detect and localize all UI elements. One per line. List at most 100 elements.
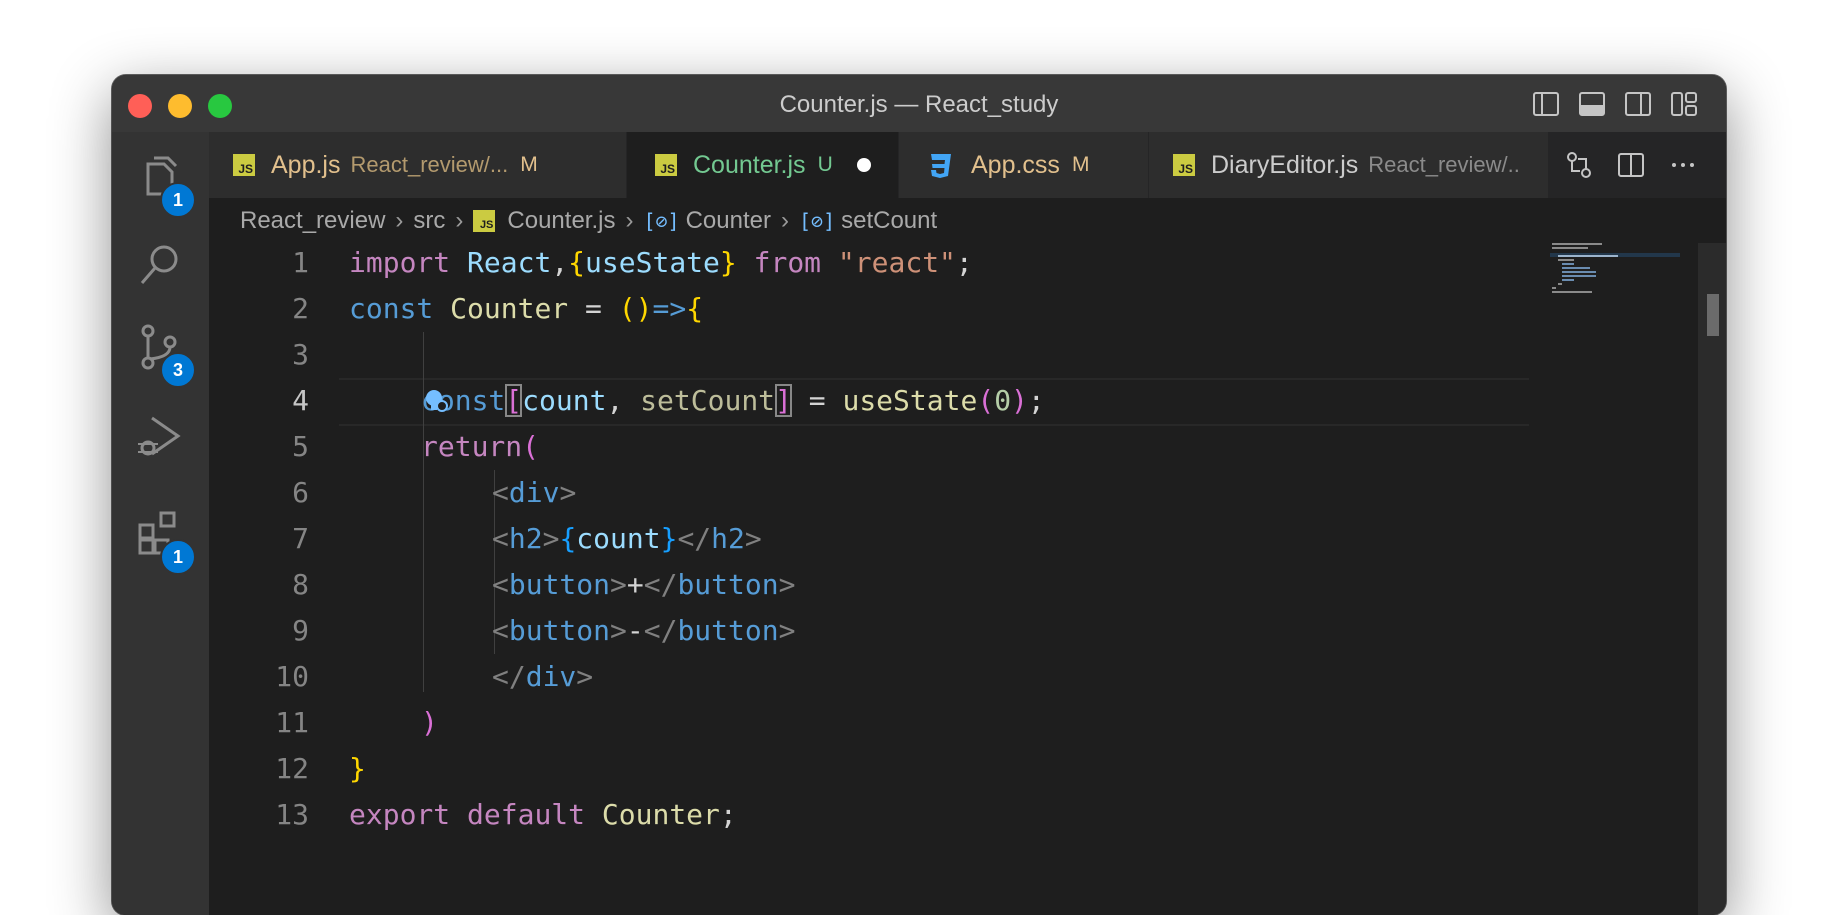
run-debug-button[interactable] (112, 400, 209, 470)
bracket: ) (1011, 384, 1028, 417)
toggle-primary-sidebar-icon[interactable] (1532, 90, 1560, 118)
toggle-secondary-sidebar-icon[interactable] (1624, 90, 1652, 118)
keyword: default (467, 798, 586, 831)
line-number: 8 (292, 568, 309, 601)
tag-name: div (508, 476, 560, 509)
punctuation: ; (719, 798, 737, 831)
lightbulb-icon[interactable] (422, 386, 452, 416)
tab-git-status: M (1071, 153, 1090, 176)
line-number: 7 (292, 522, 309, 555)
line-number: 11 (275, 706, 309, 739)
css-file-icon (931, 154, 951, 178)
bracket: } (719, 246, 737, 279)
tag-name: button (677, 568, 779, 601)
toggle-panel-icon[interactable] (1578, 90, 1606, 118)
punctuation: = (791, 384, 843, 417)
tag-bracket: < (492, 614, 509, 647)
bracket: ( (977, 384, 995, 417)
punctuation: ; (1027, 384, 1045, 417)
tag-bracket: </ (492, 660, 526, 693)
line-number: 9 (292, 614, 309, 647)
line-number: 6 (292, 476, 309, 509)
breadcrumb: React_review › src › JS Counter.js › [⊘]… (240, 204, 937, 238)
tag-bracket: > (610, 614, 627, 647)
breadcrumb-folder[interactable]: React_review (240, 207, 385, 235)
tag-bracket: > (559, 476, 577, 509)
explorer-button[interactable]: 1 (112, 140, 209, 218)
line-number: 2 (292, 292, 309, 325)
source-control-button[interactable]: 3 (112, 310, 209, 388)
tab-description: React_review/.. (1368, 152, 1520, 177)
tag-name: div (525, 660, 577, 693)
tag-bracket: < (492, 476, 509, 509)
more-actions-icon[interactable] (1668, 150, 1698, 180)
string: "react" (837, 246, 956, 279)
bracket: } (349, 752, 366, 785)
line-number: 10 (275, 660, 309, 693)
vertical-scrollbar[interactable] (1698, 243, 1726, 915)
breadcrumb-file[interactable]: Counter.js (507, 207, 615, 235)
tag-bracket: </ (643, 568, 678, 601)
tag-bracket: < (492, 522, 509, 555)
identifier: useState (585, 246, 720, 279)
tab-counter-js[interactable]: JS Counter.js U (627, 132, 899, 198)
chevron-right-icon: › (780, 207, 789, 234)
tab-diaryeditor-js[interactable]: JS DiaryEditor.js React_review/.. (1149, 132, 1549, 198)
code-line-6: <div> (492, 470, 576, 516)
compare-changes-icon[interactable] (1564, 150, 1594, 180)
explorer-badge: 1 (160, 182, 196, 218)
editor-tabs: JS App.js React_review/... M JS Counter.… (209, 132, 1726, 198)
tab-description: React_review/... (350, 152, 509, 177)
tag-bracket: </ (643, 614, 678, 647)
tag-bracket: > (778, 614, 796, 647)
tag-name: h2 (508, 522, 543, 555)
bracket-match: [ (505, 384, 523, 417)
function-call: useState (842, 384, 978, 417)
breadcrumb-subfolder[interactable]: src (413, 207, 445, 235)
run-debug-icon (138, 416, 181, 456)
code-line-10: </div> (492, 654, 593, 700)
tag-name: button (508, 568, 611, 601)
tag-bracket: </ (677, 522, 712, 555)
tab-label: DiaryEditor.js (1211, 150, 1359, 179)
chevron-right-icon: › (625, 207, 634, 234)
tab-app-css[interactable]: App.css M (899, 132, 1149, 198)
identifier: setCount (640, 384, 776, 417)
tag-bracket: > (610, 568, 627, 601)
vscode-window: Counter.js — React_study 1 3 1 JS App.js… (112, 75, 1726, 915)
number: 0 (994, 384, 1012, 417)
variable-symbol-icon: [⊘] (798, 209, 836, 233)
line-number-current: 4 (292, 384, 309, 417)
scrollbar-thumb[interactable] (1707, 294, 1719, 336)
line-number: 3 (292, 338, 309, 371)
breadcrumb-symbol-setcount[interactable]: setCount (841, 207, 937, 235)
breadcrumb-symbol-counter[interactable]: Counter (686, 207, 771, 235)
customize-layout-icon[interactable] (1670, 90, 1698, 118)
code-line-2: const Counter = ()=>{ (349, 286, 703, 332)
chevron-right-icon: › (455, 207, 464, 234)
split-editor-icon[interactable] (1616, 150, 1646, 180)
code-editor[interactable]: 1 2 3 4 5 6 7 8 9 10 11 12 13 import Rea… (209, 240, 1659, 915)
tab-app-js[interactable]: JS App.js React_review/... M (209, 132, 627, 198)
tag-bracket: > (744, 522, 762, 555)
tag-name: button (677, 614, 779, 647)
unsaved-dot-icon[interactable] (856, 158, 871, 172)
tab-git-status: M (520, 153, 538, 176)
keyword: const (349, 292, 434, 325)
search-button[interactable] (112, 227, 209, 297)
bracket: } (660, 522, 678, 555)
js-file-icon: JS (473, 210, 496, 232)
identifier: Counter (450, 292, 569, 325)
code-line-12: } (349, 746, 366, 792)
js-file-icon: JS (1173, 154, 1195, 176)
code-line-11: ) (421, 700, 438, 746)
punctuation: , (551, 246, 569, 279)
tag-bracket: < (492, 568, 509, 601)
editor-actions (1564, 150, 1698, 180)
code-line-9: <button>-</button> (492, 608, 795, 654)
code-line-7: <h2>{count}</h2> (492, 516, 762, 562)
extensions-button[interactable]: 1 (112, 497, 209, 575)
punctuation: , (606, 384, 641, 417)
line-number: 12 (275, 752, 309, 785)
minimap[interactable] (1550, 243, 1680, 313)
